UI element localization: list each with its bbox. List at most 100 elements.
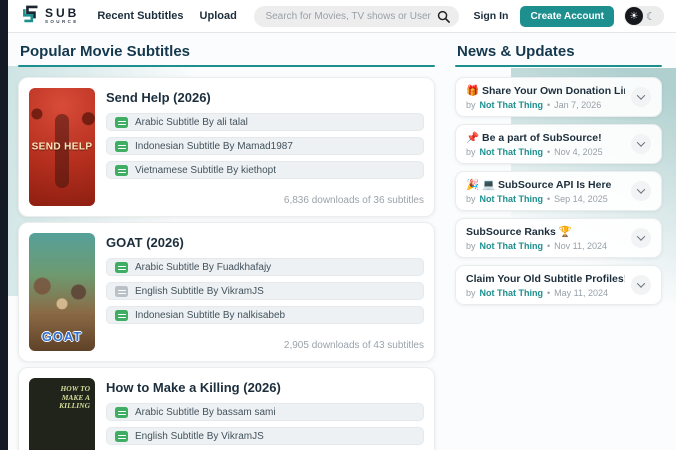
chevron-down-icon — [636, 185, 646, 194]
news-by-label: by — [466, 288, 476, 298]
poster-title-text: GOAT — [41, 329, 83, 344]
movie-poster[interactable]: SEND HELP — [29, 88, 95, 206]
movie-card: HOW TO MAKE A KILLING How to Make a Kill… — [18, 367, 435, 450]
news-author-link[interactable]: Not That Thing — [480, 194, 543, 204]
subtitle-label: Indonesian Subtitle By nalkisabeb — [135, 309, 286, 321]
news-author-link[interactable]: Not That Thing — [480, 100, 543, 110]
subtitle-flag-icon — [115, 309, 128, 321]
news-item-title: 📌 Be a part of SubSource! — [466, 132, 602, 144]
subtitle-row[interactable]: English Subtitle By VikramJS — [106, 427, 424, 445]
news-item[interactable]: 🎉 💻 SubSource API Is Here by Not That Th… — [455, 171, 662, 211]
movie-title[interactable]: Send Help (2026) — [106, 90, 424, 105]
popular-movies-heading: Popular Movie Subtitles — [20, 43, 191, 60]
movie-title[interactable]: GOAT (2026) — [106, 235, 424, 250]
movie-poster[interactable]: GOAT — [29, 233, 95, 351]
chevron-down-icon — [636, 91, 646, 100]
popular-heading-underline — [18, 65, 435, 67]
news-item[interactable]: SubSource Ranks 🏆 by Not That Thing • No… — [455, 218, 662, 258]
movie-stats: 2,905 downloads of 43 subtitles — [283, 340, 424, 351]
expand-news-button[interactable] — [631, 228, 651, 248]
subtitle-row[interactable]: Arabic Subtitle By bassam sami — [106, 403, 424, 421]
news-heading-underline — [455, 65, 662, 67]
subtitle-row[interactable]: Arabic Subtitle By Fuadkhafajy — [106, 258, 424, 276]
subtitle-flag-icon — [115, 261, 128, 273]
movie-stats: 6,836 downloads of 36 subtitles — [283, 195, 424, 206]
news-by-label: by — [466, 100, 476, 110]
subtitle-label: Arabic Subtitle By bassam sami — [135, 406, 276, 418]
news-item[interactable]: 📌 Be a part of SubSource! by Not That Th… — [455, 124, 662, 164]
news-date: Sep 14, 2025 — [554, 194, 608, 204]
news-item-title: 🎉 💻 SubSource API Is Here — [466, 179, 612, 191]
chevron-down-icon — [636, 279, 646, 288]
subtitle-flag-icon — [115, 430, 128, 442]
subtitle-row[interactable]: Arabic Subtitle By ali talal — [106, 113, 424, 131]
news-author-link[interactable]: Not That Thing — [480, 147, 543, 157]
subtitle-row[interactable]: Vietnamese Subtitle By kiethopt — [106, 161, 424, 179]
news-date-separator: • — [547, 194, 551, 204]
header: SUB SOURCE Recent Subtitles Upload Sign … — [8, 0, 676, 33]
left-dark-strip — [0, 0, 8, 450]
expand-news-button[interactable] — [631, 181, 651, 201]
search-bar — [254, 5, 460, 27]
sign-in-link[interactable]: Sign In — [473, 10, 508, 22]
subtitle-label: Arabic Subtitle By Fuadkhafajy — [135, 261, 272, 273]
nav-upload[interactable]: Upload — [200, 10, 237, 22]
subtitle-label: English Subtitle By VikramJS — [135, 430, 264, 442]
poster-title-text: HOW TO MAKE A KILLING — [59, 384, 90, 411]
popular-movies-section: Popular Movie Subtitles SEND HELP Send H… — [18, 43, 435, 450]
create-account-button[interactable]: Create Account — [520, 5, 614, 27]
main-content: Popular Movie Subtitles SEND HELP Send H… — [8, 33, 676, 450]
movie-title[interactable]: How to Make a Killing (2026) — [106, 380, 424, 395]
theme-toggle[interactable]: ☀ ☾ — [624, 6, 664, 26]
chevron-down-icon — [636, 232, 646, 241]
subtitle-label: Vietnamese Subtitle By kiethopt — [135, 164, 277, 176]
page: SUB SOURCE Recent Subtitles Upload Sign … — [8, 0, 676, 450]
news-card-list: 🎁 Share Your Own Donation Link by Not Th… — [455, 77, 662, 305]
subtitle-list: Arabic Subtitle By Fuadkhafajy English S… — [106, 258, 424, 330]
search-icon[interactable] — [437, 10, 451, 23]
subtitle-list: Arabic Subtitle By ali talal Indonesian … — [106, 113, 424, 185]
subtitle-row[interactable]: Indonesian Subtitle By Mamad1987 — [106, 137, 424, 155]
main-nav: Recent Subtitles Upload — [97, 10, 236, 22]
subtitle-label: Arabic Subtitle By ali talal — [135, 116, 248, 128]
news-by-label: by — [466, 147, 476, 157]
news-date-separator: • — [547, 147, 551, 157]
news-item[interactable]: Claim Your Old Subtitle Profiles! 💎 by N… — [455, 265, 662, 305]
sun-icon[interactable]: ☀ — [625, 7, 643, 25]
news-date-separator: • — [547, 241, 551, 251]
news-author-link[interactable]: Not That Thing — [480, 288, 543, 298]
nav-recent-subtitles[interactable]: Recent Subtitles — [97, 10, 183, 22]
logo[interactable]: SUB SOURCE — [20, 3, 79, 29]
expand-news-button[interactable] — [631, 87, 651, 107]
poster-title-text: SEND HELP — [31, 141, 93, 153]
news-item[interactable]: 🎁 Share Your Own Donation Link by Not Th… — [455, 77, 662, 117]
news-updates-heading: News & Updates — [457, 43, 575, 60]
subtitle-flag-icon — [115, 140, 128, 152]
logo-text: SUB — [45, 6, 80, 21]
news-date: Jan 7, 2026 — [554, 100, 602, 110]
subtitle-flag-icon — [115, 116, 128, 128]
subtitle-list: Arabic Subtitle By bassam sami English S… — [106, 403, 424, 450]
news-item-title: 🎁 Share Your Own Donation Link — [466, 85, 625, 97]
movie-card-list: SEND HELP Send Help (2026) Arabic Subtit… — [18, 77, 435, 450]
movie-card: GOAT GOAT (2026) Arabic Subtitle By Fuad… — [18, 222, 435, 362]
search-input[interactable] — [254, 5, 460, 27]
news-date-separator: • — [547, 288, 551, 298]
subtitle-label: Indonesian Subtitle By Mamad1987 — [135, 140, 293, 152]
moon-icon[interactable]: ☾ — [646, 10, 656, 23]
subtitle-flag-icon — [115, 406, 128, 418]
news-item-title: Claim Your Old Subtitle Profiles! 💎 — [466, 273, 625, 285]
news-date-separator: • — [547, 100, 551, 110]
news-author-link[interactable]: Not That Thing — [480, 241, 543, 251]
expand-news-button[interactable] — [631, 275, 651, 295]
subtitle-row[interactable]: Indonesian Subtitle By nalkisabeb — [106, 306, 424, 324]
news-date: Nov 11, 2024 — [554, 241, 608, 251]
logo-subtext: SOURCE — [45, 19, 79, 25]
news-updates-section: News & Updates 🎁 Share Your Own Donation… — [455, 43, 662, 312]
news-item-title: SubSource Ranks 🏆 — [466, 226, 572, 238]
subtitle-row[interactable]: English Subtitle By VikramJS — [106, 282, 424, 300]
movie-poster[interactable]: HOW TO MAKE A KILLING — [29, 378, 95, 450]
expand-news-button[interactable] — [631, 134, 651, 154]
logo-icon — [20, 3, 41, 29]
news-by-label: by — [466, 194, 476, 204]
